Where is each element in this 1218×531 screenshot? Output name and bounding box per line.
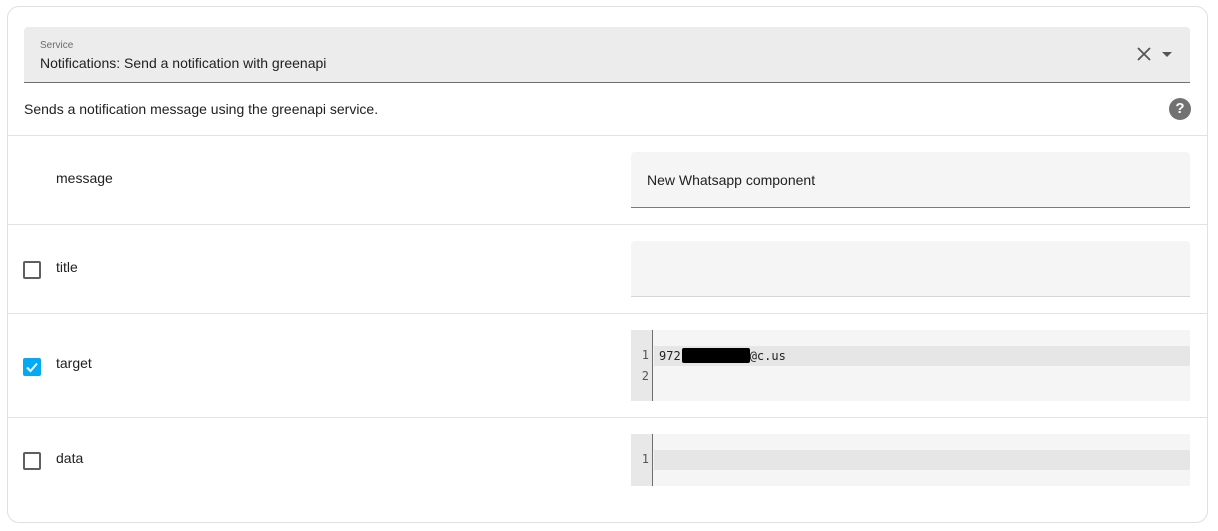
field-row-data: data 1 [8, 418, 1207, 522]
field-row-message: message New Whatsapp component [8, 136, 1207, 224]
target-code-editor[interactable]: 1 2 972 @c.us [631, 330, 1190, 401]
field-label-data: data [56, 450, 84, 466]
line-number-gutter: 1 2 [631, 330, 653, 401]
target-number-prefix: 972 [659, 349, 681, 363]
service-call-card: Service Notifications: Send a notificati… [7, 6, 1208, 523]
message-input-value: New Whatsapp component [647, 172, 816, 188]
data-code-editor[interactable]: 1 [631, 434, 1190, 486]
line-number-gutter: 1 [631, 434, 653, 486]
active-line-highlight [654, 450, 1190, 470]
line-number: 2 [641, 369, 649, 383]
help-circle-icon[interactable]: ? [1169, 98, 1191, 120]
title-input[interactable] [631, 241, 1190, 297]
line-number: 1 [641, 348, 649, 362]
field-label-message: message [56, 170, 113, 186]
field-label-target: target [56, 355, 92, 371]
target-number-suffix: @c.us [749, 349, 786, 363]
target-checkbox[interactable] [23, 358, 41, 376]
title-checkbox[interactable] [23, 261, 41, 279]
field-label-title: title [56, 259, 78, 275]
line-number: 1 [641, 452, 649, 466]
message-input[interactable]: New Whatsapp component [631, 152, 1190, 208]
data-checkbox[interactable] [23, 452, 41, 470]
service-value[interactable]: Notifications: Send a notification with … [40, 55, 326, 71]
checkmark-icon [26, 362, 38, 373]
service-description: Sends a notification message using the g… [24, 101, 379, 117]
service-select[interactable]: Service Notifications: Send a notificati… [24, 27, 1190, 83]
redaction-block [681, 348, 750, 363]
field-row-title: title [8, 225, 1207, 313]
code-line-1[interactable]: 972 @c.us [659, 348, 786, 363]
service-label: Service [40, 40, 74, 51]
field-row-target: target 1 2 972 @c.us [8, 314, 1207, 417]
close-icon[interactable] [1135, 45, 1153, 63]
caret-down-icon[interactable] [1158, 45, 1176, 63]
